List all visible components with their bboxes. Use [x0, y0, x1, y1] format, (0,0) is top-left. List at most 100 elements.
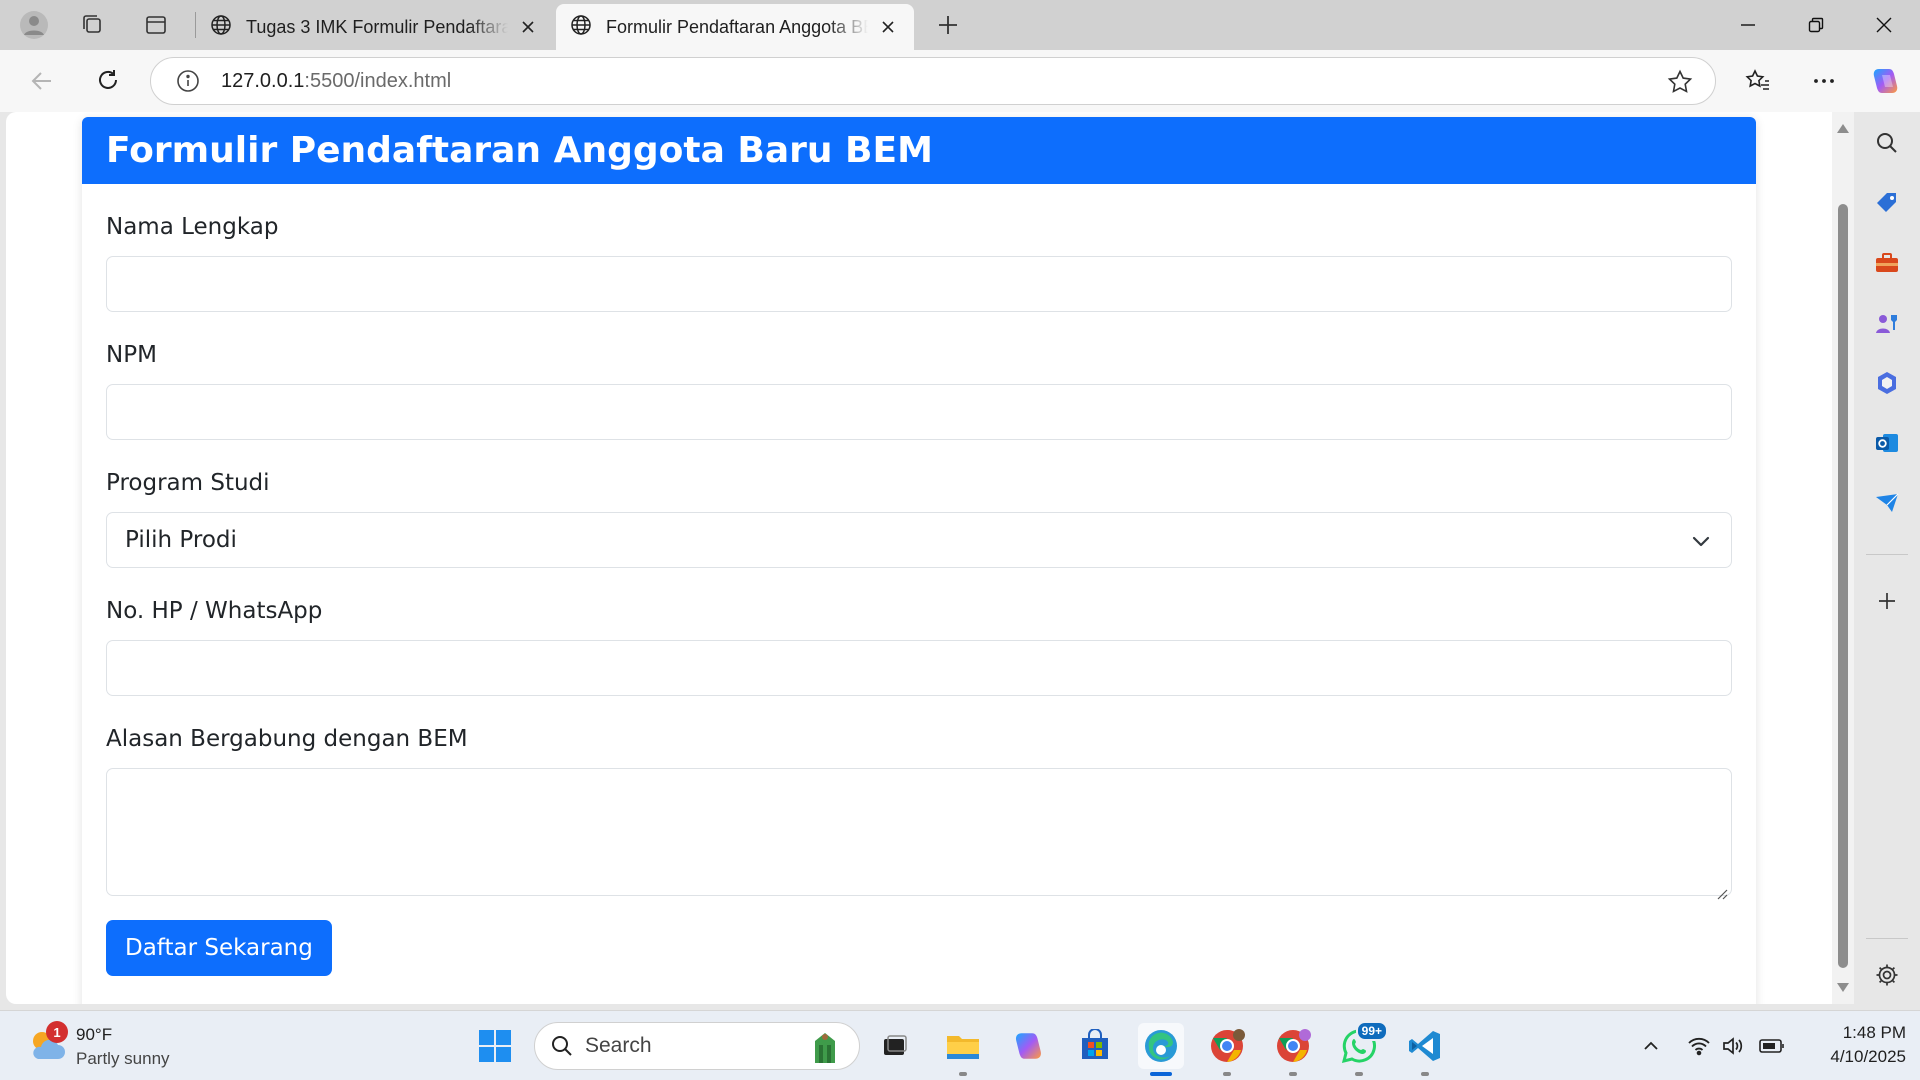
search-icon: [551, 1035, 573, 1057]
edge-browser-icon[interactable]: [1138, 1023, 1184, 1076]
shopping-tag-icon[interactable]: [1872, 188, 1902, 218]
registration-form: Nama Lengkap NPM Program Studi Pilih Pro…: [82, 184, 1756, 976]
field-hp: No. HP / WhatsApp: [106, 596, 1732, 696]
globe-icon: [570, 14, 592, 41]
npm-input[interactable]: [106, 384, 1732, 440]
microsoft-store-icon[interactable]: [1072, 1023, 1118, 1069]
running-indicator: [1223, 1072, 1231, 1076]
back-arrow-icon[interactable]: [22, 61, 62, 101]
page-viewport: Formulir Pendaftaran Anggota Baru BEM Na…: [6, 112, 1854, 1004]
prodi-selected-value: Pilih Prodi: [125, 527, 237, 553]
page-title: Formulir Pendaftaran Anggota Baru BEM: [106, 130, 933, 171]
search-label: Search: [585, 1034, 652, 1057]
chrome-profile2-icon[interactable]: [1270, 1023, 1316, 1076]
sidebar-divider: [1866, 938, 1908, 939]
weather-desc: Partly sunny: [76, 1049, 170, 1068]
tab-title: Formulir Pendaftaran Anggota BEM: [606, 16, 868, 37]
close-icon[interactable]: [876, 15, 900, 39]
running-indicator: [1421, 1072, 1429, 1076]
profile-avatar-icon[interactable]: [14, 7, 54, 43]
sidebar-divider: [1866, 554, 1908, 555]
scroll-down-arrow-icon[interactable]: [1837, 983, 1849, 992]
address-bar[interactable]: 127.0.0.1:5500/index.html: [150, 57, 1716, 105]
whatsapp-badge: 99+: [1355, 1021, 1388, 1041]
outlook-icon[interactable]: [1872, 428, 1902, 458]
url-host: 127.0.0.1: [221, 69, 305, 92]
weather-badge: 1: [46, 1021, 68, 1043]
vscode-icon[interactable]: [1402, 1023, 1448, 1076]
refresh-icon[interactable]: [88, 61, 128, 101]
field-nama: Nama Lengkap: [106, 212, 1732, 312]
send-icon[interactable]: [1872, 488, 1902, 518]
hp-input[interactable]: [106, 640, 1732, 696]
active-indicator: [1150, 1072, 1172, 1076]
restore-button[interactable]: [1784, 0, 1848, 50]
file-explorer-icon[interactable]: [940, 1023, 986, 1076]
url-text[interactable]: 127.0.0.1:5500/index.html: [221, 70, 451, 93]
scroll-up-arrow-icon[interactable]: [1837, 124, 1849, 133]
running-indicator: [1355, 1072, 1363, 1076]
copilot-app-icon[interactable]: [1006, 1023, 1052, 1069]
url-path: :5500/index.html: [304, 69, 452, 92]
page-scrollbar[interactable]: [1832, 112, 1854, 1004]
nama-input[interactable]: [106, 256, 1732, 312]
submit-button[interactable]: Daftar Sekarang: [106, 920, 332, 976]
alasan-textarea[interactable]: [106, 768, 1732, 900]
clock-date: 4/10/2025: [1830, 1047, 1906, 1066]
copilot-icon[interactable]: [1866, 61, 1906, 101]
wifi-icon[interactable]: [1684, 1011, 1714, 1080]
prodi-label: Program Studi: [106, 470, 270, 496]
whatsapp-icon[interactable]: 99+: [1336, 1021, 1388, 1076]
tab-title: Tugas 3 IMK Formulir Pendaftaran: [246, 16, 508, 37]
registration-card: Formulir Pendaftaran Anggota Baru BEM Na…: [82, 117, 1756, 1004]
chevron-down-icon: [1691, 531, 1711, 551]
tab-tugas3[interactable]: Tugas 3 IMK Formulir Pendaftaran: [196, 4, 554, 50]
card-header: Formulir Pendaftaran Anggota Baru BEM: [82, 117, 1756, 184]
tools-icon[interactable]: [1872, 248, 1902, 278]
field-prodi: Program Studi Pilih Prodi: [106, 468, 1732, 568]
globe-icon: [210, 14, 232, 41]
prodi-select[interactable]: Pilih Prodi: [106, 512, 1732, 568]
windows-taskbar: 1 90°F Partly sunny Search 99+ 1:48 PM 4…: [0, 1010, 1920, 1080]
minimize-button[interactable]: [1716, 0, 1780, 50]
npm-label: NPM: [106, 342, 157, 368]
resize-grip-icon[interactable]: [1716, 880, 1728, 900]
site-info-icon[interactable]: [175, 68, 201, 94]
search-highlight-icon: [805, 1027, 845, 1072]
close-icon[interactable]: [516, 15, 540, 39]
field-npm: NPM: [106, 340, 1732, 440]
clock-time: 1:48 PM: [1842, 1023, 1906, 1042]
task-view-icon[interactable]: [872, 1023, 918, 1069]
alasan-label: Alasan Bergabung dengan BEM: [106, 726, 468, 752]
settings-gear-icon[interactable]: [1872, 960, 1902, 990]
weather-widget[interactable]: 1 90°F Partly sunny: [26, 1021, 206, 1071]
browser-tab-bar: Tugas 3 IMK Formulir Pendaftaran Formuli…: [0, 0, 1920, 50]
microsoft365-icon[interactable]: [1872, 368, 1902, 398]
favorites-icon[interactable]: [1738, 61, 1778, 101]
show-hidden-icons-chevron-up-icon[interactable]: [1636, 1011, 1666, 1080]
hp-label: No. HP / WhatsApp: [106, 598, 323, 624]
new-tab-button[interactable]: [928, 7, 968, 43]
workspaces-icon[interactable]: [72, 7, 112, 43]
tab-formulir-active[interactable]: Formulir Pendaftaran Anggota BEM: [556, 4, 914, 50]
favorite-star-icon[interactable]: [1667, 69, 1693, 95]
search-icon[interactable]: [1872, 128, 1902, 158]
taskbar-search[interactable]: Search: [534, 1022, 860, 1070]
running-indicator: [1289, 1072, 1297, 1076]
close-window-button[interactable]: [1852, 0, 1916, 50]
running-indicator: [959, 1072, 967, 1076]
volume-icon[interactable]: [1718, 1011, 1748, 1080]
start-button[interactable]: [472, 1023, 518, 1069]
vertical-tabs-icon[interactable]: [136, 7, 176, 43]
edge-sidebar: [1854, 112, 1920, 1004]
battery-icon[interactable]: [1756, 1011, 1788, 1080]
nama-label: Nama Lengkap: [106, 214, 279, 240]
weather-temp: 90°F: [76, 1025, 113, 1044]
add-icon[interactable]: [1872, 586, 1902, 616]
browser-toolbar: 127.0.0.1:5500/index.html: [0, 50, 1920, 112]
scrollbar-thumb[interactable]: [1838, 204, 1848, 968]
games-icon[interactable]: [1872, 308, 1902, 338]
chrome-profile1-icon[interactable]: [1204, 1023, 1250, 1076]
taskbar-clock[interactable]: 1:48 PM 4/10/2025: [1796, 1021, 1906, 1069]
more-options-icon[interactable]: [1804, 61, 1844, 101]
